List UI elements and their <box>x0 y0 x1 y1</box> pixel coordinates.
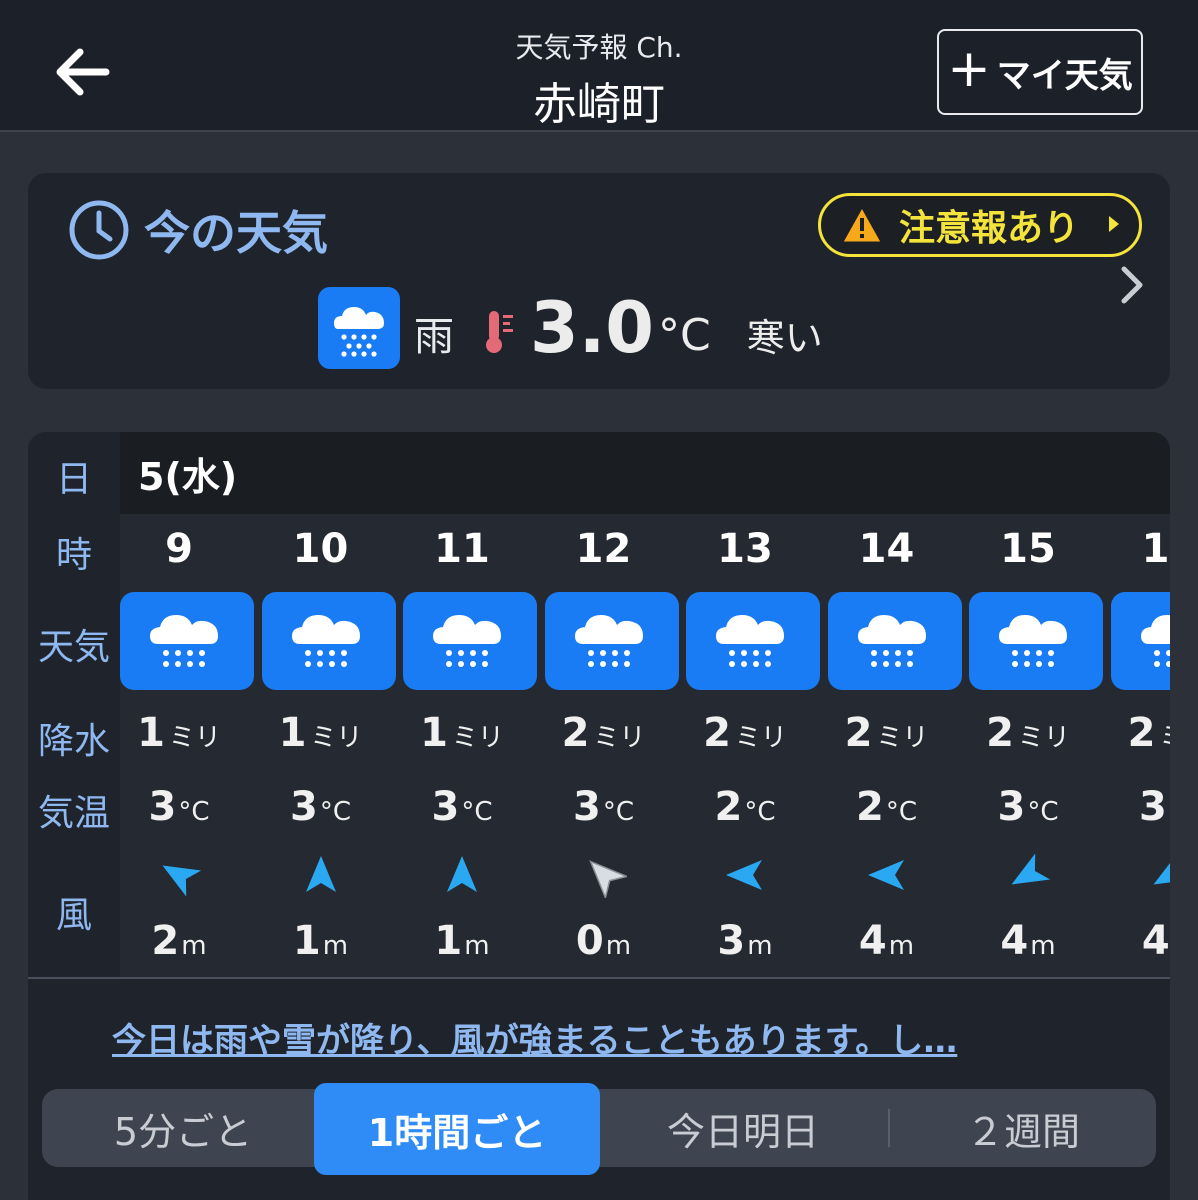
hour-label: 15 <box>1000 526 1056 572</box>
warning-icon <box>842 206 882 243</box>
precip-value: 1 ミリ <box>278 710 363 756</box>
wind-direction-icon <box>1153 853 1170 885</box>
rain-icon <box>120 592 254 690</box>
rain-icon <box>686 592 820 690</box>
forecast-summary-link[interactable]: 今日は雨や雪が降り、風が強まることもあります。し… <box>112 1013 957 1062</box>
rain-icon <box>1110 592 1170 690</box>
rain-icon <box>403 592 537 690</box>
app-header: 天気予報 Ch. 赤崎町 + マイ天気 <box>0 0 1198 132</box>
warning-label: 注意報あり <box>899 208 1080 249</box>
hourly-forecast-table[interactable]: 日 時 天気 降水 気温 風 5(水) 9 1 ミリ 3°C 2m 10 1 ミリ 3°C 1m 1… <box>28 432 1170 977</box>
wind-speed-value: 0m <box>575 918 632 964</box>
date-label: 5(水) <box>138 455 238 499</box>
temp-value: 3°C <box>997 784 1059 830</box>
date-row: 5(水) <box>120 432 1170 514</box>
tab-2weeks[interactable]: ２週間 <box>890 1089 1156 1167</box>
temp-value: 3°C <box>431 784 493 830</box>
wind-direction-icon <box>162 865 202 897</box>
hour-column: 11 1 ミリ 3°C 1m <box>403 514 544 977</box>
wind-speed-value: 3m <box>717 918 773 964</box>
current-condition: 雨 <box>414 314 454 360</box>
hour-label: 16 <box>1141 526 1170 572</box>
label-precip: 降水 <box>37 721 110 762</box>
precip-value: 1 ミリ <box>137 710 221 756</box>
current-weather-card[interactable]: 今の天気 注意報あり 雨 3.0 °C 寒い <box>28 173 1170 389</box>
current-temperature-unit: °C <box>658 309 711 361</box>
hour-column: 13 2 ミリ 2°C 3m <box>686 514 827 977</box>
wind-direction-icon <box>726 860 762 890</box>
precip-value: 2ミリ <box>1127 710 1170 756</box>
wind-speed-value: 4m <box>1141 918 1170 964</box>
current-conditions: 雨 3.0 °C 寒い <box>318 285 823 371</box>
temp-value: 3°C <box>573 784 634 830</box>
temp-value: 2°C <box>856 784 917 830</box>
precip-value: 2ミリ <box>703 710 787 756</box>
rain-icon <box>544 592 679 690</box>
label-day: 日 <box>55 459 92 500</box>
caret-right-icon <box>1109 216 1119 232</box>
wind-speed-value: 1m <box>434 918 490 964</box>
warning-badge[interactable]: 注意報あり <box>818 193 1142 257</box>
hourly-columns[interactable]: 9 1 ミリ 3°C 2m 10 1 ミリ 3°C 1m 11 1 ミリ 3°C 1m 12 2 ミリ 3°C 0m 1… <box>120 514 1170 977</box>
precip-value: 2ミリ <box>986 710 1070 756</box>
hour-column: 12 2 ミリ 3°C 0m <box>544 514 686 977</box>
wind-speed-value: 1m <box>292 918 349 964</box>
hour-column: 15 2 ミリ 3°C 4m <box>969 514 1110 977</box>
temp-value: 3°C <box>148 784 210 830</box>
my-weather-label: マイ天気 <box>996 55 1133 96</box>
chevron-right-icon[interactable] <box>1120 265 1146 305</box>
hour-column: 14 2 ミリ 2°C 4m <box>827 514 969 977</box>
tab-hourly[interactable]: 1時間ごと <box>314 1083 600 1175</box>
hour-label: 13 <box>717 526 773 572</box>
precip-value: 1 ミリ <box>420 710 504 756</box>
hour-label: 11 <box>434 526 490 572</box>
hour-column: 10 1 ミリ 3°C 1m <box>261 514 403 977</box>
bottom-area: 今日は雨や雪が降り、風が強まることもあります。し… 5分ごと 1時間ごと 今日明… <box>28 977 1170 1200</box>
hour-label: 14 <box>858 526 915 572</box>
thermometer-icon <box>486 311 513 353</box>
label-temp: 気温 <box>37 793 110 834</box>
hour-label: 12 <box>575 526 632 572</box>
precip-value: 2ミリ <box>561 710 646 756</box>
rain-icon <box>261 592 396 690</box>
temp-value: 3°C <box>290 784 351 830</box>
wind-speed-value: 2m <box>151 918 207 964</box>
current-feel: 寒い <box>746 315 823 360</box>
interval-tabs: 5分ごと 1時間ごと 今日明日 ２週間 <box>42 1083 1156 1175</box>
current-temperature: 3.0 <box>530 287 655 369</box>
tab-5min[interactable]: 5分ごと <box>42 1089 324 1167</box>
add-my-weather-button[interactable]: + マイ天気 <box>937 29 1143 115</box>
plus-icon: + <box>947 39 991 99</box>
label-weather: 天気 <box>37 627 110 668</box>
temp-value: 2°C <box>714 784 776 830</box>
clock-icon <box>69 200 129 260</box>
label-wind: 風 <box>55 895 92 936</box>
precip-value: 2ミリ <box>844 710 929 756</box>
hour-column: 9 1 ミリ 3°C 2m <box>120 514 261 977</box>
wind-direction-icon <box>867 860 904 890</box>
label-hour: 時 <box>55 535 92 576</box>
current-weather-heading: 今の天気 <box>68 195 328 265</box>
wind-direction-icon <box>305 856 336 892</box>
hour-label: 10 <box>292 526 349 572</box>
wind-direction-icon <box>1011 853 1051 885</box>
hour-column: 16 2ミリ 3°C 4m <box>1110 514 1170 977</box>
rain-icon <box>827 592 962 690</box>
wind-direction-icon <box>588 860 627 898</box>
hour-label: 9 <box>165 526 193 572</box>
wind-direction-icon <box>447 856 477 892</box>
current-weather-title: 今の天気 <box>144 206 328 260</box>
rain-icon <box>318 287 400 369</box>
temp-value: 3°C <box>1139 784 1170 830</box>
wind-speed-value: 4m <box>1000 918 1056 964</box>
row-labels: 日 時 天気 降水 気温 風 <box>28 432 120 977</box>
rain-icon <box>969 592 1103 690</box>
wind-speed-value: 4m <box>858 918 915 964</box>
tab-today-tomorrow[interactable]: 今日明日 <box>600 1089 886 1167</box>
